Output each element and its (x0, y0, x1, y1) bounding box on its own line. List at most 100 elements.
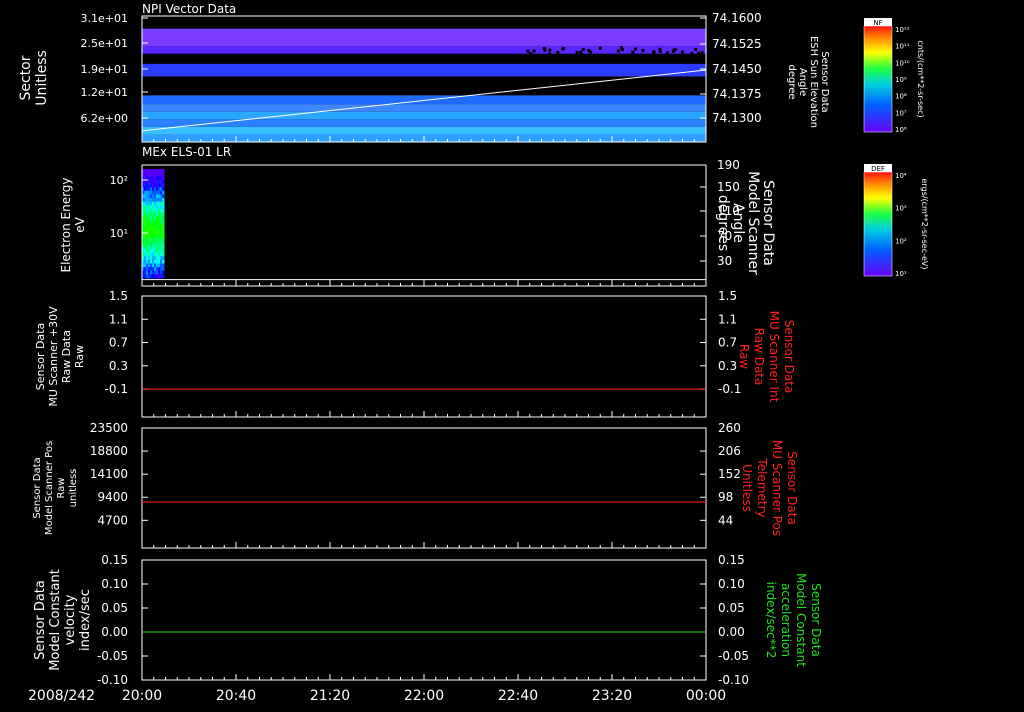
y-label-line: Model Constant (48, 569, 63, 671)
heatmap-gap (659, 50, 662, 53)
heatmap-gap (548, 49, 551, 52)
heatmap-cell (162, 263, 165, 267)
colorbar-nf: NF 10¹² 10¹¹ 10¹⁰ 10⁹ 10⁸ 10⁷ 10⁶ cnts/(cm**2-sr… (864, 18, 925, 134)
heatmap-cell (162, 169, 165, 173)
colorbar-tick-label: 10¹ (895, 270, 907, 278)
y-tick-label-right: 190 (717, 158, 740, 172)
heatmap-band (142, 16, 706, 29)
heatmap-cell (162, 224, 165, 228)
colorbar-tick-label: 10⁹ (895, 76, 907, 84)
heatmap-cell (162, 216, 165, 220)
colorbar-tick-label: 10¹² (895, 26, 910, 34)
heatmap-cell (162, 242, 165, 246)
x-minor-ticks (142, 542, 706, 548)
panel-line-4: 0.150.100.050.00-0.05-0.100.150.100.050.… (33, 553, 823, 687)
heatmap-cell (162, 205, 165, 209)
heatmap-gap (681, 50, 684, 53)
y-tick-label-right: 44 (718, 513, 733, 527)
y-label-line: Electron Energy (59, 177, 73, 272)
x-tick-label: 22:00 (404, 688, 444, 704)
heatmap-gap (701, 51, 704, 54)
panel-line-3: 23500 18800 14100 9400 4700 260 206 152 98 44 Sens… (32, 421, 799, 548)
heatmap-cell (162, 191, 165, 195)
heatmap-cell (162, 271, 165, 275)
x-axis-date: 2008/242 (28, 688, 95, 704)
y-tick-label-right: 0.10 (718, 577, 745, 591)
colorbar-tick-label: 10³ (895, 205, 907, 213)
colorbar-ramp (864, 26, 892, 132)
heatmap-gap (576, 51, 579, 54)
colorbar-units-label: cnts/(cm**2-sr-sec) (916, 40, 925, 117)
heatmap-gap (529, 56, 532, 59)
y-label-line: Raw Data (60, 330, 73, 383)
heatmap-cell (162, 184, 165, 188)
y-label-line: Model Scanner (745, 171, 761, 275)
x-axis: 2008/242 20:00 20:40 21:20 22:00 22:40 23:20 00… (28, 688, 726, 704)
heatmap-band (142, 29, 706, 47)
heatmap-gap (542, 56, 545, 59)
heatmap-cell (162, 249, 165, 253)
y-tick-label-left: 14100 (90, 467, 128, 481)
y-tick-label-left: 1.1 (109, 312, 128, 326)
heatmap-gap (666, 55, 669, 58)
y-tick-label-right: 0.05 (718, 601, 745, 615)
colorbar-units: ergs/(cm**2-sr-sec-eV) (920, 178, 929, 269)
heatmap-gap (697, 52, 700, 55)
y-label-line: Sensor Data (33, 580, 48, 660)
x-minor-ticks (142, 411, 706, 417)
heatmap-gap (552, 58, 555, 61)
y-label-line: eV (73, 216, 87, 232)
y-tick-label-right: 260 (718, 421, 741, 435)
y-label-line: Sensor Data (32, 457, 43, 518)
heatmap-cell (162, 267, 165, 271)
heatmap-gap (566, 55, 569, 58)
heatmap-band (142, 127, 706, 135)
y-tick-label-right: 0.7 (718, 336, 737, 350)
y-label-line: Model Scanner Pos (44, 441, 55, 535)
y-label-line: Raw (73, 345, 86, 368)
y-tick-label-right: 74.1600 (712, 11, 762, 25)
y-label-line: degree (786, 64, 797, 99)
heatmap-gap (559, 54, 562, 57)
y-tick-label-right: 1.5 (718, 289, 737, 303)
y-tick-label-left: 2.5e+01 (81, 37, 128, 50)
panel-frame (142, 165, 706, 286)
x-tick-label: 20:00 (122, 688, 162, 704)
heatmap-cell (162, 227, 165, 231)
y-axis-label-right: Sensor DataModel Constantaccelerationind… (764, 573, 823, 667)
heatmap-gap (533, 49, 536, 52)
colorbar-units: cnts/(cm**2-sr-sec) (916, 40, 925, 117)
heatmap-gap (526, 50, 529, 53)
x-tick-label: 20:40 (216, 688, 256, 704)
panel-line-2: 1.51.10.70.3-0.11.51.10.70.3-0.1Sensor D… (34, 289, 796, 417)
heatmap-gap (671, 55, 674, 58)
y-tick-label-right: -0.1 (718, 382, 741, 396)
y-label-line: MU Scanner +30V (47, 306, 60, 407)
y-label-line: Raw Data (752, 328, 766, 386)
heatmap-cell (162, 234, 165, 238)
y-tick-label-right: 150 (717, 180, 740, 194)
heatmap-cell (162, 253, 165, 257)
y-label-line: MU Scanner Int (767, 311, 781, 403)
y-label-line: velocity (63, 594, 78, 645)
heatmap-gap (582, 48, 585, 51)
y-axis-label-right: Sensor DataMU Scanner PosTelemetryUnitle… (740, 440, 799, 536)
y-tick-label-left: -0.1 (105, 382, 128, 396)
colorbar-ramp (864, 172, 892, 276)
heatmap-gap (690, 52, 693, 55)
y-tick-label-left: 0.05 (101, 601, 128, 615)
y-axis-label-left: Sensor Data MU Scanner +30V Raw Data Raw (34, 306, 86, 407)
y-tick-label-right: 1.1 (718, 312, 737, 326)
y-label-line: index/sec**2 (764, 582, 778, 659)
heatmap-gap (587, 49, 590, 52)
y-tick-label-right: 74.1450 (712, 62, 762, 76)
y-tick-label-left: -0.10 (97, 673, 128, 687)
heatmap-gap (662, 58, 665, 61)
heatmap-gap (651, 59, 654, 62)
y-tick-label-left: 6.2e+00 (81, 112, 128, 125)
y-label-line: Sensor Data (785, 451, 799, 525)
heatmap-cell (162, 245, 165, 249)
y-label-line: unitless (68, 469, 79, 508)
y-label-line: Raw (56, 477, 67, 498)
heatmap-band (142, 119, 706, 127)
